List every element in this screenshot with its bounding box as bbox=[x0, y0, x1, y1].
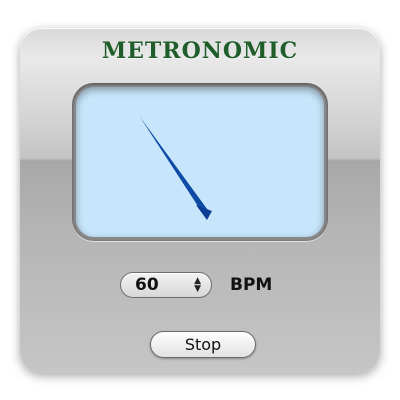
pendulum-display bbox=[76, 87, 324, 237]
stop-button[interactable]: Stop bbox=[150, 331, 256, 358]
stepper-arrows[interactable]: ▲ ▼ bbox=[194, 277, 201, 294]
bpm-stepper[interactable]: 60 ▲ ▼ bbox=[120, 272, 212, 298]
metronome-widget: METRONOMIC 60 ▲ ▼ BPM Stop bbox=[20, 28, 380, 373]
display-frame bbox=[72, 83, 328, 241]
app-title: METRONOMIC bbox=[101, 38, 299, 64]
bpm-unit-label: BPM bbox=[230, 275, 273, 295]
chevron-down-icon[interactable]: ▼ bbox=[194, 285, 201, 294]
bpm-value: 60 bbox=[135, 275, 159, 295]
tempo-controls: 60 ▲ ▼ BPM bbox=[120, 271, 272, 299]
pendulum-needle bbox=[140, 117, 212, 220]
